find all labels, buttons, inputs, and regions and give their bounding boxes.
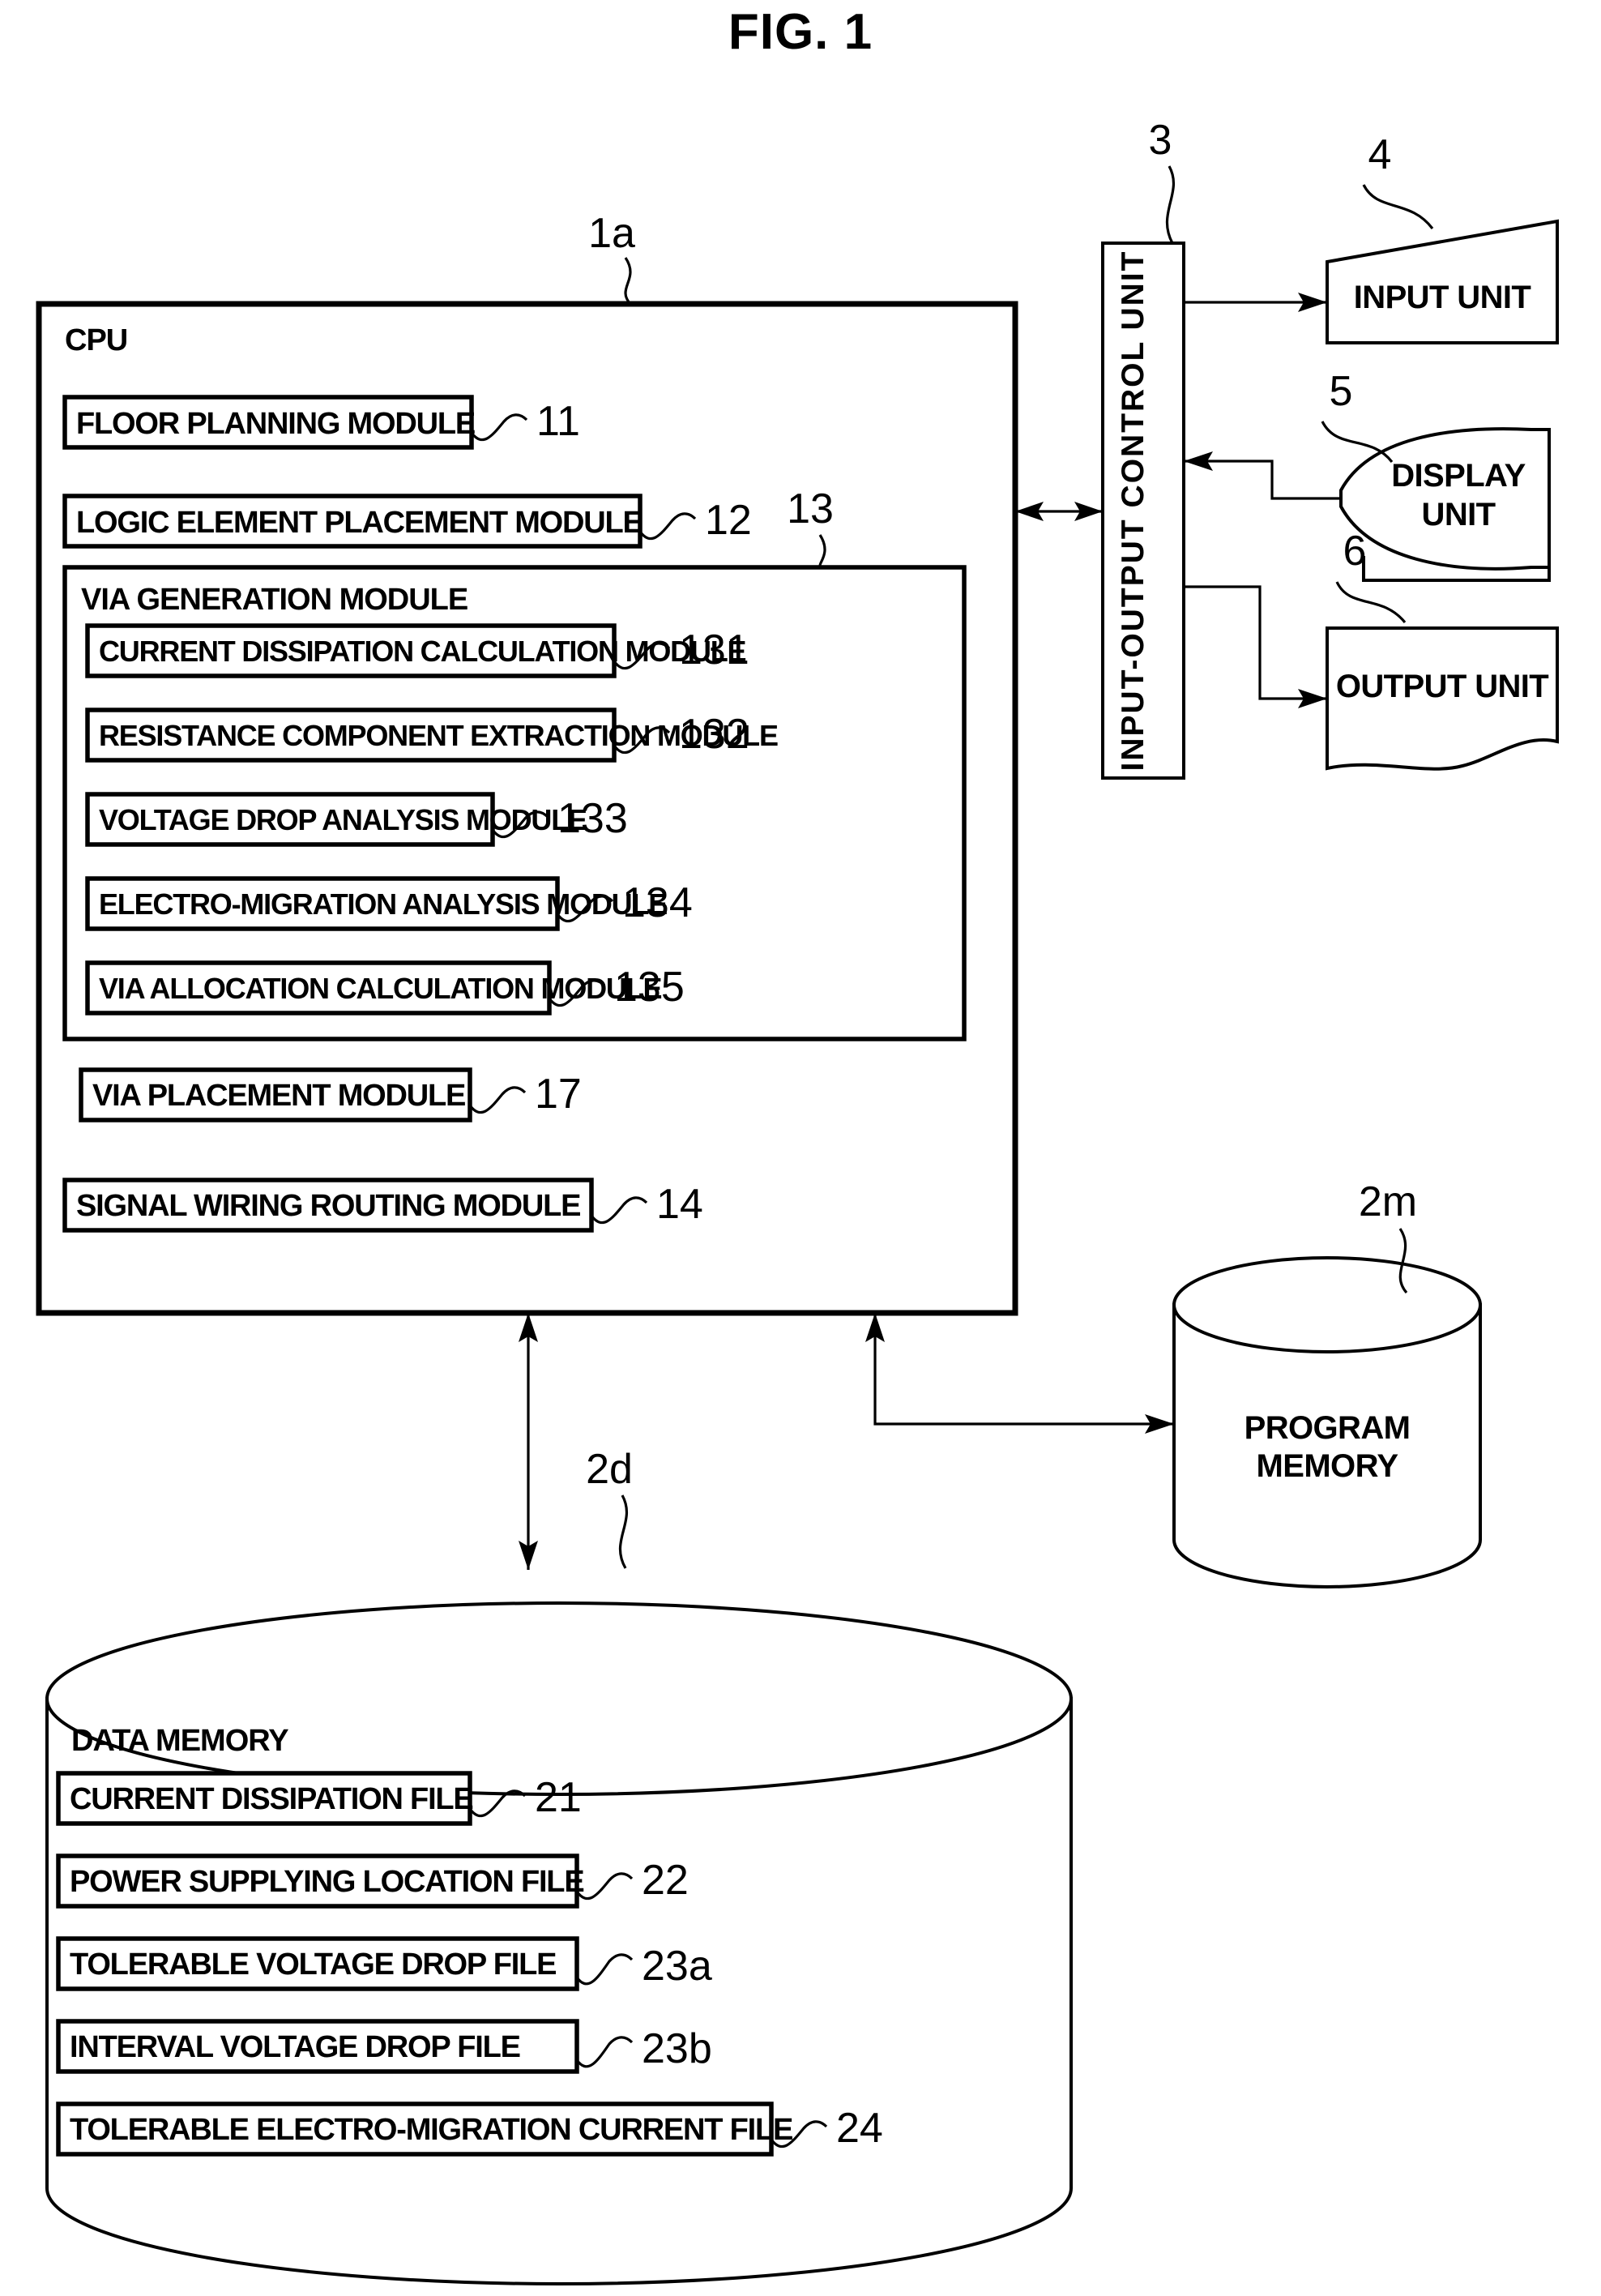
leader-3 — [1165, 165, 1176, 244]
io-control-unit-label: INPUT-OUTPUT CONTROL UNIT — [1116, 250, 1151, 772]
ref-14: 14 — [656, 1181, 703, 1228]
ref-23a: 23a — [642, 1943, 712, 1990]
submodule-label-electro-migration-analysis: ELECTRO-MIGRATION ANALYSIS MODULE — [99, 887, 667, 921]
ref-17: 17 — [535, 1071, 582, 1118]
ref-13: 13 — [787, 485, 834, 532]
data-memory-label: DATA MEMORY — [71, 1724, 288, 1758]
ref-135: 135 — [614, 964, 685, 1011]
ref-22: 22 — [642, 1857, 689, 1904]
output-unit-label: OUTPUT UNIT — [1336, 669, 1548, 704]
file-label-interval-voltage-drop: INTERVAL VOLTAGE DROP FILE — [70, 2030, 520, 2064]
ref-2m: 2m — [1359, 1178, 1417, 1225]
module-label-via-placement: VIA PLACEMENT MODULE — [92, 1079, 465, 1113]
submodule-label-via-allocation-calculation: VIA ALLOCATION CALCULATION MODULE — [99, 972, 662, 1005]
ref-1a: 1a — [588, 210, 635, 257]
display-unit-label-line2: UNIT — [1422, 497, 1496, 532]
leader-1a — [624, 257, 632, 306]
via-generation-module-label: VIA GENERATION MODULE — [81, 583, 467, 617]
ref-4: 4 — [1368, 131, 1392, 178]
leader-4 — [1362, 184, 1434, 229]
leader-14 — [590, 1196, 648, 1225]
program-memory-top — [1172, 1256, 1482, 1353]
ref-21: 21 — [535, 1774, 582, 1821]
module-label-floor-planning: FLOOR PLANNING MODULE — [76, 407, 475, 441]
submodule-label-current-dissipation-calculation: CURRENT DISSIPATION CALCULATION MODULE — [99, 635, 746, 668]
data-memory-top — [45, 1601, 1073, 1796]
display-unit-label-line1: DISPLAY — [1391, 458, 1526, 494]
leader-12 — [638, 512, 697, 541]
io-output-link — [1184, 585, 1327, 700]
figure-canvas: FIG. 1 CPU 1a FLOOR PLANNING MODULE 11 L… — [36, 4, 1559, 2285]
ref-134: 134 — [622, 879, 693, 926]
file-label-tolerable-voltage-drop: TOLERABLE VOLTAGE DROP FILE — [70, 1948, 556, 1982]
leader-13 — [818, 534, 826, 569]
ref-131: 131 — [679, 626, 749, 673]
ref-2d: 2d — [586, 1446, 633, 1493]
ref-3: 3 — [1149, 117, 1172, 164]
file-label-tolerable-electro-migration-current: TOLERABLE ELECTRO-MIGRATION CURRENT FILE — [70, 2113, 792, 2147]
ref-11: 11 — [536, 398, 580, 445]
patent-figure-root: FIG. 1 CPU 1a FLOOR PLANNING MODULE 11 L… — [0, 0, 1601, 2296]
ref-5: 5 — [1330, 368, 1353, 415]
module-label-logic-element-placement: LOGIC ELEMENT PLACEMENT MODULE — [76, 506, 643, 540]
leader-2d — [618, 1494, 628, 1569]
ref-12: 12 — [705, 497, 752, 544]
file-label-current-dissipation: CURRENT DISSIPATION FILE — [70, 1782, 473, 1816]
program-memory-label-line2: MEMORY — [1257, 1448, 1399, 1484]
leader-6 — [1335, 581, 1407, 624]
figure-title: FIG. 1 — [728, 4, 873, 60]
cpu-label: CPU — [65, 323, 127, 357]
ref-133: 133 — [557, 795, 628, 842]
submodule-label-resistance-component-extraction: RESISTANCE COMPONENT EXTRACTION MODULE — [99, 719, 778, 752]
file-label-power-supplying-location: POWER SUPPLYING LOCATION FILE — [70, 1865, 583, 1899]
ref-132: 132 — [679, 711, 749, 758]
ref-6: 6 — [1343, 528, 1367, 575]
cpu-program-memory-link — [873, 1313, 1174, 1426]
ref-24: 24 — [836, 2105, 883, 2152]
input-unit-label: INPUT UNIT — [1354, 280, 1531, 315]
leader-11 — [470, 413, 528, 442]
leader-17 — [468, 1086, 527, 1114]
module-label-signal-wiring-routing: SIGNAL WIRING ROUTING MODULE — [76, 1189, 580, 1223]
program-memory-label-line1: PROGRAM — [1245, 1410, 1411, 1446]
ref-23b: 23b — [642, 2025, 712, 2072]
